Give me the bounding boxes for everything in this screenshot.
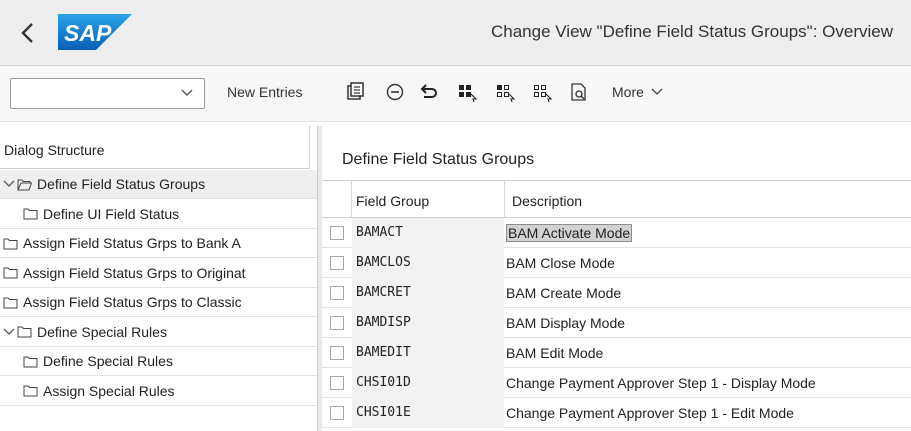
folder-icon	[23, 356, 38, 367]
tree-item-label: Assign Field Status Grps to Originat	[23, 264, 246, 281]
field-group-cell: BAMACT	[352, 218, 504, 248]
column-header-field-group[interactable]: Field Group	[356, 193, 429, 209]
description-text: Change Payment Approver Step 1 - Edit Mo…	[506, 405, 794, 421]
select-block-icon[interactable]	[494, 81, 516, 103]
tree-item[interactable]: Define UI Field Status	[0, 200, 317, 229]
command-field[interactable]	[10, 78, 205, 109]
tree-item[interactable]: Assign Field Status Grps to Bank A	[0, 229, 317, 258]
dialog-structure-pane: Dialog Structure Define Field Status Gro…	[0, 126, 318, 431]
description-cell[interactable]: BAM Edit Mode	[505, 338, 911, 368]
description-text: BAM Create Mode	[506, 285, 622, 301]
description-cell[interactable]: BAM Activate Mode	[505, 218, 911, 248]
folder-icon	[3, 297, 18, 308]
folder-open-icon	[17, 179, 32, 190]
sap-logo: SAP	[58, 14, 132, 50]
deselect-all-icon[interactable]	[531, 81, 553, 103]
print-preview-icon[interactable]	[568, 81, 590, 103]
folder-icon	[23, 385, 38, 397]
tree-item-label: Assign Field Status Grps to Bank A	[23, 235, 241, 251]
folder-icon	[3, 267, 18, 279]
row-select-checkbox[interactable]	[330, 376, 344, 390]
table-row[interactable]: BAMEDIT BAM Edit Mode	[322, 338, 911, 368]
field-group-cell: BAMDISP	[352, 308, 504, 338]
field-group-cell: CHSI01E	[352, 398, 504, 428]
tree-item-label: Define Special Rules	[37, 323, 167, 340]
tree-expand-chevron-down-icon[interactable]	[3, 326, 15, 338]
tree-item[interactable]: Assign Field Status Grps to Originat	[0, 259, 317, 288]
table-row[interactable]: BAMCLOS BAM Close Mode	[322, 248, 911, 278]
column-divider	[504, 181, 505, 218]
description-text: BAM Activate Mode	[506, 224, 633, 242]
tree-item-label: Define UI Field Status	[43, 205, 180, 222]
more-label: More	[612, 84, 644, 100]
row-select-checkbox[interactable]	[330, 226, 344, 240]
tree-item-label: Assign Field Status Grps to Classic	[23, 294, 242, 310]
tree-item[interactable]: Assign Field Status Grps to Classic	[0, 288, 317, 317]
toolbar: New Entries More	[0, 66, 911, 122]
back-chevron-left-icon[interactable]	[18, 20, 38, 46]
folder-icon	[3, 238, 18, 249]
field-group-cell: BAMCLOS	[352, 248, 504, 278]
description-cell[interactable]: Change Payment Approver Step 1 - Display…	[505, 368, 911, 398]
description-text: BAM Close Mode	[506, 255, 615, 271]
table-row[interactable]: CHSI01E Change Payment Approver Step 1 - …	[322, 398, 911, 428]
tree-item[interactable]: Assign Special Rules	[0, 377, 317, 406]
table-row[interactable]: BAMDISP BAM Display Mode	[322, 308, 911, 338]
description-cell[interactable]: Change Payment Approver Step 1 - Edit Mo…	[505, 398, 911, 428]
table-row[interactable]: BAMACT BAM Activate Mode	[322, 218, 911, 248]
delete-icon[interactable]	[384, 81, 406, 103]
tree-item[interactable]: Define Special Rules	[0, 318, 317, 347]
field-group-cell: BAMCRET	[352, 278, 504, 308]
page-title: Change View "Define Field Status Groups"…	[491, 22, 893, 41]
tree-item-label: Define Field Status Groups	[37, 176, 206, 192]
column-header-description[interactable]: Description	[512, 193, 582, 209]
svg-text:SAP: SAP	[64, 20, 112, 46]
description-cell[interactable]: BAM Close Mode	[505, 248, 911, 278]
table-header: Field Group Description	[322, 180, 911, 218]
title-bar: SAP Change View "Define Field Status Gro…	[0, 0, 911, 66]
tree-expand-chevron-down-icon[interactable]	[3, 178, 15, 190]
description-text: Change Payment Approver Step 1 - Display…	[506, 375, 816, 391]
field-group-cell: BAMEDIT	[352, 338, 504, 368]
row-select-checkbox[interactable]	[330, 286, 344, 300]
select-all-icon[interactable]	[456, 81, 478, 103]
section-title: Define Field Status Groups	[342, 151, 535, 168]
description-text: BAM Display Mode	[506, 315, 626, 331]
copy-as-icon[interactable]	[345, 81, 367, 103]
main-pane: Define Field Status Groups Field Group D…	[322, 126, 911, 431]
select-all-column[interactable]	[322, 181, 352, 218]
tree-item[interactable]: Define Field Status Groups	[0, 170, 317, 199]
tree-item-label: Assign Special Rules	[43, 382, 175, 399]
field-group-cell: CHSI01D	[352, 368, 504, 398]
undo-icon[interactable]	[418, 81, 440, 103]
row-select-checkbox[interactable]	[330, 256, 344, 270]
folder-icon	[23, 208, 38, 220]
row-select-checkbox[interactable]	[330, 406, 344, 420]
row-select-checkbox[interactable]	[330, 316, 344, 330]
description-text: BAM Edit Mode	[506, 345, 604, 361]
new-entries-button[interactable]: New Entries	[227, 84, 302, 100]
folder-icon	[17, 326, 32, 338]
dialog-structure-title: Dialog Structure	[0, 126, 310, 169]
table-row[interactable]: BAMCRET BAM Create Mode	[322, 278, 911, 308]
more-button[interactable]: More	[612, 84, 663, 100]
table-row[interactable]: CHSI01D Change Payment Approver Step 1 - …	[322, 368, 911, 398]
row-select-checkbox[interactable]	[330, 346, 344, 360]
chevron-down-icon[interactable]	[180, 87, 194, 99]
tree-item[interactable]: Define Special Rules	[0, 347, 317, 376]
tree-item-label: Define Special Rules	[43, 353, 173, 369]
description-cell[interactable]: BAM Display Mode	[505, 308, 911, 338]
chevron-down-icon	[651, 88, 663, 95]
description-cell[interactable]: BAM Create Mode	[505, 278, 911, 308]
